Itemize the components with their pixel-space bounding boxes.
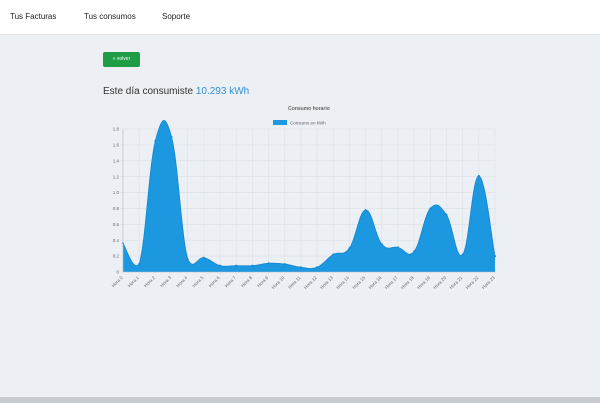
data-point[interactable]	[494, 255, 496, 258]
x-tick-label: Hora 20	[432, 275, 447, 290]
consumption-chart: Consumo horario Consumo en kWh 0 0.2 0.4 0.6 0…	[111, 106, 496, 290]
data-point[interactable]	[461, 253, 464, 256]
x-tick-label: Hora 8	[240, 275, 253, 288]
data-point[interactable]	[348, 247, 351, 250]
x-tick-label: Hora 1	[127, 275, 140, 288]
x-tick-label: Hora 11	[287, 275, 302, 290]
data-point[interactable]	[186, 258, 189, 261]
y-tick-label: 0	[116, 270, 119, 275]
x-tick-label: Hora 16	[368, 275, 383, 290]
x-tick-label: Hora 14	[335, 275, 350, 290]
x-tick-label: Hora 13	[319, 275, 334, 290]
y-tick-label: 0.8	[113, 206, 120, 211]
data-point[interactable]	[202, 256, 205, 259]
data-point[interactable]	[251, 264, 254, 267]
data-point[interactable]	[267, 262, 270, 265]
data-point[interactable]	[283, 263, 286, 266]
x-tick-label: Hora 0	[111, 275, 124, 288]
legend-swatch	[273, 120, 287, 125]
x-tick-label: Hora 9	[256, 275, 269, 288]
x-tick-label: Hora 23	[481, 275, 496, 290]
data-point[interactable]	[396, 246, 399, 249]
y-tick-label: 0.6	[113, 222, 120, 227]
data-point[interactable]	[413, 250, 416, 253]
data-point[interactable]	[299, 266, 302, 269]
x-tick-label: Hora 2	[143, 275, 156, 288]
x-tick-label: Hora 5	[191, 275, 204, 288]
y-tick-label: 1.0	[113, 190, 120, 195]
data-point[interactable]	[445, 213, 448, 216]
data-point[interactable]	[219, 264, 222, 267]
y-tick-label: 0.2	[113, 254, 120, 259]
x-tick-label: Hora 21	[448, 275, 463, 290]
data-point[interactable]	[138, 263, 141, 266]
y-tick-label: 1.8	[113, 127, 120, 132]
bottom-scrollbar[interactable]	[0, 397, 600, 403]
data-point[interactable]	[364, 209, 367, 212]
x-tick-label: Hora 22	[465, 275, 480, 290]
data-point[interactable]	[316, 266, 319, 269]
x-tick-label: Hora 7	[224, 275, 237, 288]
chart-title: Consumo horario	[288, 106, 330, 112]
x-tick-label: Hora 6	[208, 275, 221, 288]
x-tick-label: Hora 18	[400, 275, 415, 290]
data-point[interactable]	[380, 243, 383, 246]
legend-label: Consumo en kWh	[290, 121, 326, 126]
y-tick-label: 1.6	[113, 142, 120, 147]
x-tick-label: Hora 3	[159, 275, 172, 288]
y-tick-label: 1.2	[113, 174, 120, 179]
y-tick-label: 1.4	[113, 158, 120, 163]
data-point[interactable]	[170, 135, 173, 138]
x-tick-label: Hora 17	[384, 275, 399, 290]
data-point[interactable]	[332, 253, 335, 256]
data-point[interactable]	[429, 207, 432, 210]
data-point[interactable]	[235, 264, 238, 267]
x-tick-label: Hora 19	[416, 275, 431, 290]
area-fill	[123, 120, 495, 272]
data-point[interactable]	[477, 174, 480, 177]
x-tick-label: Hora 10	[271, 275, 286, 290]
y-tick-label: 0.4	[113, 238, 120, 243]
x-tick-label: Hora 4	[175, 275, 188, 288]
x-tick-label: Hora 12	[303, 275, 318, 290]
data-point[interactable]	[154, 139, 157, 142]
x-tick-label: Hora 15	[351, 275, 366, 290]
